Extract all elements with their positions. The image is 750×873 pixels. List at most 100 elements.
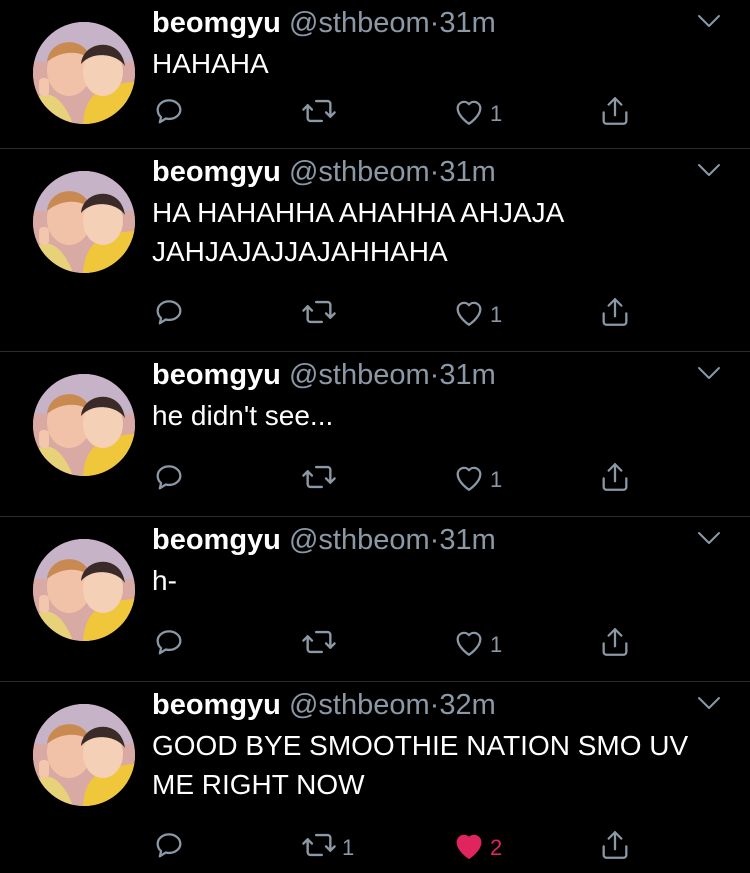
tweet-header: beomgyu @sthbeom·31m xyxy=(152,358,496,392)
retweet-icon xyxy=(300,295,338,335)
heart-icon xyxy=(452,296,486,334)
tweet[interactable]: beomgyu @sthbeom·32m GOOD BYE SMOOTHIE N… xyxy=(0,682,750,873)
share-icon xyxy=(598,94,632,134)
reply-icon xyxy=(152,828,186,868)
tweet[interactable]: beomgyu @sthbeom·31m he didn't see... 1 xyxy=(0,352,750,517)
timestamp[interactable]: 31m xyxy=(439,524,495,556)
retweet-count: 1 xyxy=(342,835,355,860)
avatar[interactable] xyxy=(33,374,135,476)
separator-dot: · xyxy=(429,359,440,391)
share-button[interactable] xyxy=(598,94,632,134)
avatar[interactable] xyxy=(33,171,135,273)
timestamp[interactable]: 32m xyxy=(439,689,495,721)
tweet-header: beomgyu @sthbeom·31m xyxy=(152,155,496,189)
tweet-text-line: ME RIGHT NOW xyxy=(152,769,365,800)
retweet-icon xyxy=(300,460,338,500)
avatar[interactable] xyxy=(33,22,135,124)
tweet-text-line: HAHAHA xyxy=(152,48,269,79)
tweet-text-line: GOOD BYE SMOOTHIE NATION SMO UV xyxy=(152,730,689,761)
user-handle[interactable]: @sthbeom xyxy=(289,359,430,391)
reply-button[interactable] xyxy=(152,828,186,868)
retweet-button[interactable] xyxy=(300,625,342,665)
reply-icon xyxy=(152,460,186,500)
share-icon xyxy=(598,460,632,500)
heart-icon xyxy=(452,626,486,664)
avatar[interactable] xyxy=(33,539,135,641)
retweet-icon xyxy=(300,828,338,868)
like-count: 1 xyxy=(490,632,503,657)
user-handle[interactable]: @sthbeom xyxy=(289,7,430,39)
tweet[interactable]: beomgyu @sthbeom·31m HAHAHA 1 xyxy=(0,0,750,149)
tweet-text: GOOD BYE SMOOTHIE NATION SMO UV ME RIGHT… xyxy=(152,726,688,804)
tweet-actions: 1 xyxy=(152,94,652,134)
reply-icon xyxy=(152,94,186,134)
tweet-text-line: he didn't see... xyxy=(152,400,334,431)
share-icon xyxy=(598,625,632,665)
like-count: 1 xyxy=(490,467,503,492)
timestamp[interactable]: 31m xyxy=(439,156,495,188)
share-button[interactable] xyxy=(598,828,632,868)
chevron-down-icon[interactable] xyxy=(696,161,722,184)
tweet-actions: 1 2 xyxy=(152,828,652,868)
share-button[interactable] xyxy=(598,295,632,335)
tweet[interactable]: beomgyu @sthbeom·31m h- 1 xyxy=(0,517,750,682)
reply-icon xyxy=(152,295,186,335)
like-count: 2 xyxy=(490,835,503,860)
share-button[interactable] xyxy=(598,625,632,665)
share-icon xyxy=(598,828,632,868)
tweet-text: h- xyxy=(152,561,177,600)
tweet-text: he didn't see... xyxy=(152,396,333,435)
like-button[interactable]: 1 xyxy=(452,625,502,665)
like-count: 1 xyxy=(490,101,503,126)
separator-dot: · xyxy=(429,689,440,721)
reply-button[interactable] xyxy=(152,460,186,500)
like-count: 1 xyxy=(490,302,503,327)
user-handle[interactable]: @sthbeom xyxy=(289,689,430,721)
tweet-header: beomgyu @sthbeom·31m xyxy=(152,523,496,557)
separator-dot: · xyxy=(429,7,440,39)
user-handle[interactable]: @sthbeom xyxy=(289,524,430,556)
like-button[interactable]: 1 xyxy=(452,94,502,134)
heart-icon xyxy=(452,461,486,499)
heart-icon xyxy=(452,829,486,867)
retweet-button[interactable] xyxy=(300,460,342,500)
heart-icon xyxy=(452,95,486,133)
tweet-text-line: JAHJAJAJJAJAHHAHA xyxy=(152,236,448,267)
display-name[interactable]: beomgyu xyxy=(152,359,281,391)
tweet-text: HAHAHA xyxy=(152,44,269,83)
chevron-down-icon[interactable] xyxy=(696,694,722,717)
tweet-text-line: HA HAHAHHA AHAHHA AHJAJA xyxy=(152,197,565,228)
retweet-button[interactable] xyxy=(300,295,342,335)
chevron-down-icon[interactable] xyxy=(696,12,722,35)
display-name[interactable]: beomgyu xyxy=(152,7,281,39)
tweet-actions: 1 xyxy=(152,625,652,665)
retweet-icon xyxy=(300,94,338,134)
share-icon xyxy=(598,295,632,335)
avatar[interactable] xyxy=(33,704,135,806)
timestamp[interactable]: 31m xyxy=(439,7,495,39)
user-handle[interactable]: @sthbeom xyxy=(289,156,430,188)
like-button[interactable]: 2 xyxy=(452,828,502,868)
reply-button[interactable] xyxy=(152,625,186,665)
like-button[interactable]: 1 xyxy=(452,460,502,500)
tweet[interactable]: beomgyu @sthbeom·31m HA HAHAHHA AHAHHA A… xyxy=(0,149,750,352)
share-button[interactable] xyxy=(598,460,632,500)
display-name[interactable]: beomgyu xyxy=(152,524,281,556)
timestamp[interactable]: 31m xyxy=(439,359,495,391)
tweet-text: HA HAHAHHA AHAHHA AHJAJA JAHJAJAJJAJAHHA… xyxy=(152,193,564,271)
chevron-down-icon[interactable] xyxy=(696,529,722,552)
reply-icon xyxy=(152,625,186,665)
separator-dot: · xyxy=(429,156,440,188)
retweet-button[interactable]: 1 xyxy=(300,828,354,868)
separator-dot: · xyxy=(429,524,440,556)
tweet-text-line: h- xyxy=(152,565,177,596)
display-name[interactable]: beomgyu xyxy=(152,689,281,721)
tweet-actions: 1 xyxy=(152,295,652,335)
like-button[interactable]: 1 xyxy=(452,295,502,335)
retweet-button[interactable] xyxy=(300,94,342,134)
reply-button[interactable] xyxy=(152,295,186,335)
display-name[interactable]: beomgyu xyxy=(152,156,281,188)
chevron-down-icon[interactable] xyxy=(696,364,722,387)
reply-button[interactable] xyxy=(152,94,186,134)
retweet-icon xyxy=(300,625,338,665)
